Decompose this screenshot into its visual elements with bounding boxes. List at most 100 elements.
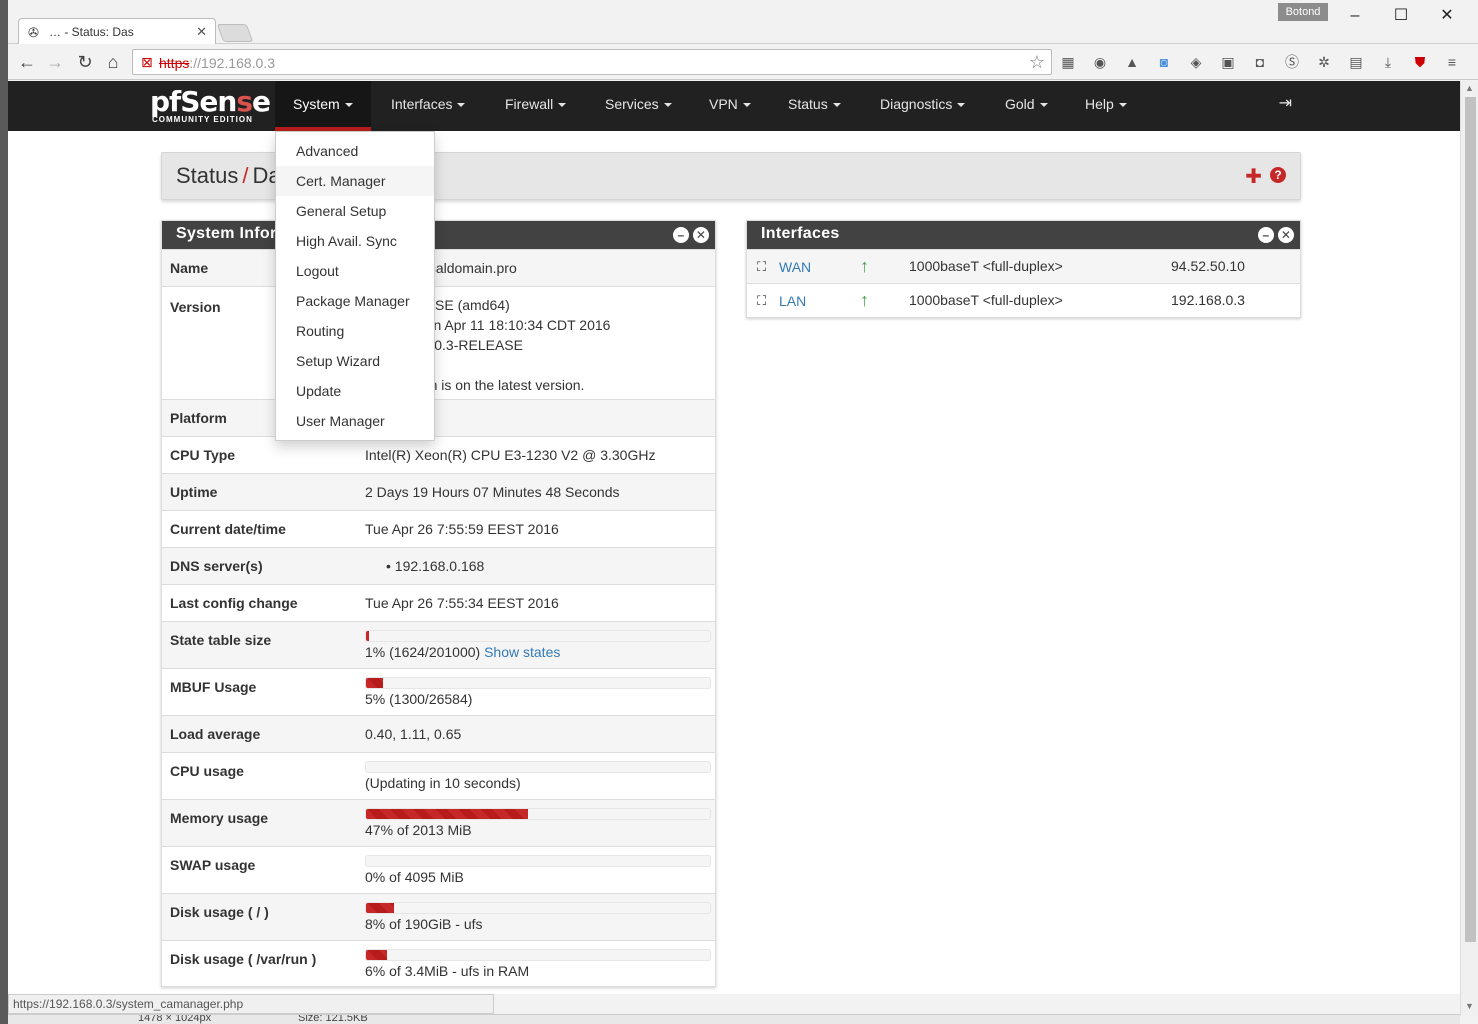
page-scrollbar[interactable]: ▲ ▼ xyxy=(1460,81,1478,1016)
translate-extension-icon[interactable]: ▲ xyxy=(1122,53,1142,71)
bottom-strip: 1478 × 1024px Size: 121.5KB xyxy=(8,1014,1460,1024)
insecure-connection-icon[interactable]: ⊠ xyxy=(141,54,153,71)
row-mbuf: MBUF Usage 5% (1300/26584) xyxy=(162,668,715,715)
caret-down-icon xyxy=(742,103,751,108)
home-icon[interactable]: ⌂ xyxy=(102,52,124,72)
panel-heading: Interfaces – ✕ xyxy=(747,221,1300,249)
nav-gold[interactable]: Gold xyxy=(987,81,1066,131)
row-state-table: State table size 1% (1624/201000) Show s… xyxy=(162,621,715,668)
row-cpu-usage: CPU usage (Updating in 10 seconds) xyxy=(162,752,715,799)
row-cpu-type: CPU Type Intel(R) Xeon(R) CPU E3-1230 V2… xyxy=(162,436,715,473)
menu-item-advanced[interactable]: Advanced xyxy=(276,136,434,166)
camera-extension-icon[interactable]: ◙ xyxy=(1154,53,1174,71)
window-extension-icon[interactable]: ▣ xyxy=(1218,53,1238,71)
css-extension-icon[interactable]: ◘ xyxy=(1250,53,1270,71)
menu-item-routing[interactable]: Routing xyxy=(276,316,434,346)
row-load: Load average 0.40, 1.11, 0.65 xyxy=(162,715,715,752)
browser-window: ✇ … - Status: Das ✕ Botond – ☐ ✕ ← → ↻ ⌂… xyxy=(8,0,1478,1024)
panel-title: Interfaces xyxy=(761,225,840,242)
browser-toolbar: ← → ↻ ⌂ ⊠ https://192.168.0.3 ☆ ▦ ◉ ▲ ◙ … xyxy=(8,44,1478,80)
nav-status[interactable]: Status xyxy=(770,81,859,131)
show-states-link[interactable]: Show states xyxy=(484,644,560,660)
interface-link-wan[interactable]: WAN xyxy=(779,259,811,275)
download-extension-icon[interactable]: ⤓ xyxy=(1378,53,1398,71)
mbuf-progress-bar xyxy=(365,677,711,689)
forward-icon[interactable]: → xyxy=(44,52,66,72)
status-up-arrow-icon: ↑ xyxy=(860,256,869,276)
bookmark-star-icon[interactable]: ☆ xyxy=(1029,52,1045,73)
reload-icon[interactable]: ↻ xyxy=(74,52,96,72)
maximize-icon[interactable]: ☐ xyxy=(1386,6,1416,26)
interface-row-wan: ⛶ WAN ↑ 1000baseT <full-duplex> 94.52.50… xyxy=(747,249,1300,283)
breadcrumb-status[interactable]: Status xyxy=(176,163,238,188)
skype-extension-icon[interactable]: Ⓢ xyxy=(1282,53,1302,71)
row-uptime: Uptime 2 Days 19 Hours 07 Minutes 48 Sec… xyxy=(162,473,715,510)
gear-extension-icon[interactable]: ✲ xyxy=(1314,53,1334,71)
network-icon: ⛶ xyxy=(757,259,767,274)
panel-heading: System Information – ✕ xyxy=(162,221,715,249)
caret-down-icon xyxy=(457,103,466,108)
caret-down-icon xyxy=(832,103,841,108)
close-window-icon[interactable]: ✕ xyxy=(1432,6,1462,26)
page-extension-icon[interactable]: ▤ xyxy=(1346,53,1366,71)
interface-row-lan: ⛶ LAN ↑ 1000baseT <full-duplex> 192.168.… xyxy=(747,283,1300,317)
minimize-panel-icon[interactable]: – xyxy=(1258,227,1274,243)
cpu-progress-bar xyxy=(365,761,711,773)
browser-tab[interactable]: ✇ … - Status: Das ✕ xyxy=(18,18,216,45)
menu-item-user-manager[interactable]: User Manager xyxy=(276,406,434,436)
add-widget-icon[interactable]: ✚ xyxy=(1245,164,1262,189)
menu-item-package-manager[interactable]: Package Manager xyxy=(276,286,434,316)
state-progress-bar xyxy=(365,630,711,642)
scroll-down-icon[interactable]: ▼ xyxy=(1465,1001,1474,1011)
row-version: Version 2.3-RELEASE (amd64) built on Mon… xyxy=(162,286,715,399)
swap-progress-bar xyxy=(365,855,711,867)
menu-item-general-setup[interactable]: General Setup xyxy=(276,196,434,226)
ublock-extension-icon[interactable]: ⛊ xyxy=(1410,53,1430,71)
nav-firewall[interactable]: Firewall xyxy=(487,81,584,131)
qr-extension-icon[interactable]: ▦ xyxy=(1058,53,1078,71)
nav-help[interactable]: Help xyxy=(1067,81,1145,131)
logout-icon[interactable]: ⇥ xyxy=(1261,81,1310,131)
main-navbar: pfSense COMMUNITY EDITION System Interfa… xyxy=(8,81,1460,131)
nav-diagnostics[interactable]: Diagnostics xyxy=(862,81,983,131)
scrollbar-thumb[interactable] xyxy=(1465,97,1476,942)
menu-item-high-avail-sync[interactable]: High Avail. Sync xyxy=(276,226,434,256)
close-panel-icon[interactable]: ✕ xyxy=(1278,227,1294,243)
link-status-bar: https://192.168.0.3/system_camanager.php xyxy=(8,994,494,1014)
caret-down-icon xyxy=(957,103,966,108)
menu-item-setup-wizard[interactable]: Setup Wizard xyxy=(276,346,434,376)
nav-vpn[interactable]: VPN xyxy=(691,81,769,131)
caret-down-icon xyxy=(663,103,672,108)
minimize-icon[interactable]: – xyxy=(1340,6,1370,26)
interface-link-lan[interactable]: LAN xyxy=(779,293,806,309)
row-disk-root: Disk usage ( / ) 8% of 190GiB - ufs xyxy=(162,893,715,940)
chrome-menu-icon[interactable]: ≡ xyxy=(1442,53,1462,71)
row-platform: Platform pfSense xyxy=(162,399,715,436)
system-dropdown-menu: Advanced Cert. Manager General Setup Hig… xyxy=(275,131,435,441)
menu-item-logout[interactable]: Logout xyxy=(276,256,434,286)
scroll-up-icon[interactable]: ▲ xyxy=(1465,83,1474,93)
back-icon[interactable]: ← xyxy=(16,52,38,72)
pfsense-logo[interactable]: pfSense COMMUNITY EDITION xyxy=(150,87,271,125)
network-icon: ⛶ xyxy=(757,293,767,308)
tab-close-icon[interactable]: ✕ xyxy=(196,24,207,40)
caret-down-icon xyxy=(344,103,353,108)
menu-item-cert-manager[interactable]: Cert. Manager xyxy=(276,166,434,196)
close-panel-icon[interactable]: ✕ xyxy=(693,227,709,243)
incognito-extension-icon[interactable]: ◉ xyxy=(1090,53,1110,71)
row-disk-var: Disk usage ( /var/run ) 6% of 3.4MiB - u… xyxy=(162,940,715,986)
minimize-panel-icon[interactable]: – xyxy=(673,227,689,243)
cube-extension-icon[interactable]: ◈ xyxy=(1186,53,1206,71)
nav-services[interactable]: Services xyxy=(587,81,690,131)
menu-item-update[interactable]: Update xyxy=(276,376,434,406)
help-icon[interactable]: ? xyxy=(1270,167,1286,183)
caret-down-icon xyxy=(558,103,567,108)
new-tab-button[interactable] xyxy=(216,24,254,42)
nav-system[interactable]: System xyxy=(275,81,371,131)
address-url: https://192.168.0.3 xyxy=(159,55,275,71)
disk-var-progress-bar xyxy=(365,949,711,961)
profile-badge[interactable]: Botond xyxy=(1278,3,1328,21)
pfsense-favicon-icon: ✇ xyxy=(28,25,39,40)
nav-interfaces[interactable]: Interfaces xyxy=(373,81,483,131)
address-bar[interactable]: ⊠ https://192.168.0.3 ☆ xyxy=(132,49,1052,75)
